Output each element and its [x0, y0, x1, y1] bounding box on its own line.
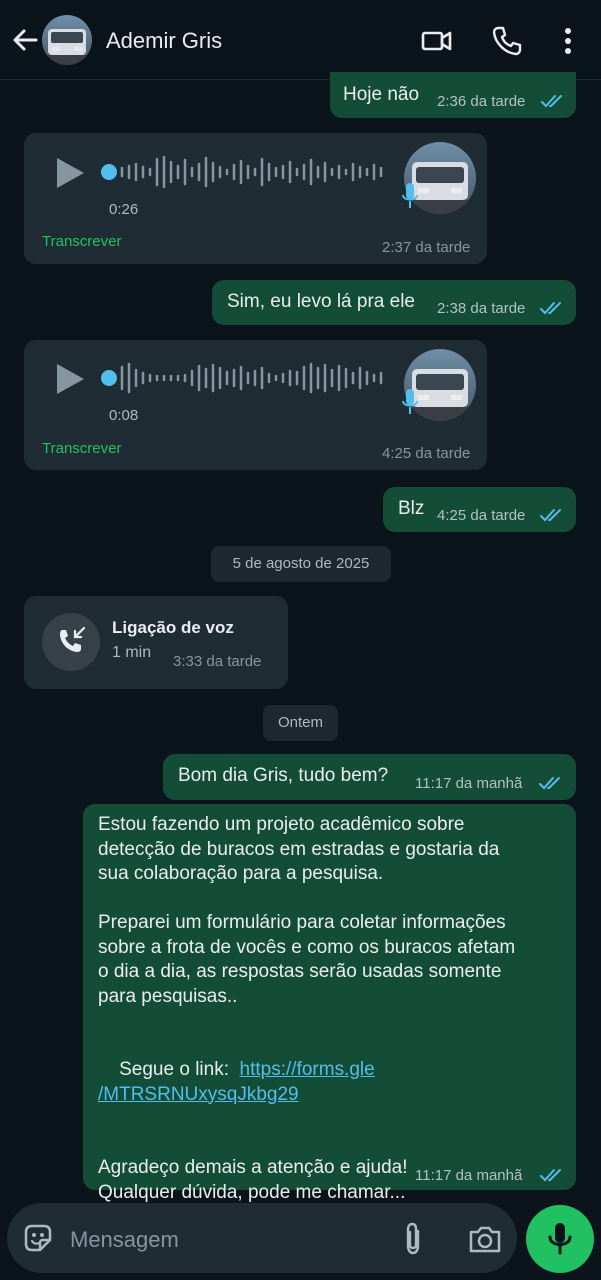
outgoing-message[interactable]: Bom dia Gris, tudo bem? 11:17 da manhã [163, 754, 576, 800]
outgoing-message[interactable]: Blz 4:25 da tarde [383, 487, 576, 532]
incoming-call-icon [60, 626, 86, 652]
read-ticks-icon [540, 302, 561, 315]
voice-duration: 0:08 [109, 407, 139, 424]
playback-position-dot[interactable] [101, 164, 117, 180]
phone-icon[interactable] [490, 24, 524, 58]
message-time: 2:37 da tarde [382, 239, 471, 256]
voice-message[interactable]: 0:08 Transcrever 4:25 da tarde [24, 340, 487, 470]
more-options-icon[interactable] [551, 24, 585, 58]
voice-note-mic-icon [402, 183, 418, 208]
voice-note-mic-icon [402, 389, 418, 414]
message-text: Hoje não [343, 84, 420, 105]
message-paragraph: Preparei um formulário para coletar info… [98, 912, 516, 1007]
call-duration: 1 min [112, 644, 152, 661]
message-text: Blz [398, 498, 425, 519]
read-ticks-icon [541, 95, 562, 108]
read-ticks-icon [540, 509, 561, 522]
video-call-icon[interactable] [420, 24, 454, 58]
audio-waveform[interactable] [120, 154, 388, 190]
message-time: 2:38 da tarde [437, 300, 526, 317]
attach-icon[interactable] [400, 1221, 426, 1257]
message-paragraph: Estou fazendo um projeto acadêmico sobre… [98, 814, 500, 884]
form-link[interactable]: https://forms.gle [240, 1059, 375, 1080]
call-icon-circle [42, 613, 100, 671]
call-title: Ligação de voz [112, 618, 234, 637]
message-text: Bom dia Gris, tudo bem? [178, 765, 389, 786]
voice-record-button[interactable] [526, 1205, 594, 1273]
date-divider: 5 de agosto de 2025 [211, 546, 391, 582]
message-text: Sim, eu levo lá pra ele [227, 291, 415, 312]
playback-position-dot[interactable] [101, 370, 117, 386]
message-time: 11:17 da manhã [415, 1167, 523, 1184]
play-icon[interactable] [54, 362, 86, 396]
message-time: 4:25 da tarde [382, 445, 471, 462]
message-time: 4:25 da tarde [437, 507, 526, 524]
back-arrow-icon[interactable] [10, 24, 40, 56]
message-time: 3:33 da tarde [173, 653, 262, 670]
date-divider: Ontem [263, 705, 338, 741]
camera-icon[interactable] [468, 1224, 502, 1254]
voice-duration: 0:26 [109, 201, 139, 218]
read-ticks-icon [540, 1169, 561, 1182]
play-icon[interactable] [54, 156, 86, 190]
contact-avatar[interactable] [42, 15, 92, 65]
voice-call-message[interactable]: Ligação de voz 1 min 3:33 da tarde [24, 596, 288, 689]
transcribe-button[interactable]: Transcrever [42, 233, 121, 250]
message-time: 2:36 da tarde [437, 93, 526, 110]
audio-waveform[interactable] [120, 360, 388, 396]
message-input-placeholder: Mensagem [70, 1227, 179, 1252]
transcribe-button[interactable]: Transcrever [42, 440, 121, 457]
voice-message[interactable]: 0:26 Transcrever 2:37 da tarde [24, 133, 487, 264]
contact-name[interactable]: Ademir Gris [106, 28, 222, 54]
sticker-icon[interactable] [22, 1222, 54, 1254]
message-time: 11:17 da manhã [415, 775, 523, 792]
form-link[interactable]: /MTRSRNUxysqJkbg29 [98, 1084, 299, 1105]
mic-icon [548, 1223, 572, 1255]
read-ticks-icon [539, 777, 560, 790]
chat-header: Ademir Gris [0, 0, 601, 80]
message-paragraph: Segue o link: https://forms.gle/MTRSRNUx… [98, 1059, 375, 1105]
outgoing-message[interactable]: Sim, eu levo lá pra ele 2:38 da tarde [212, 280, 576, 325]
outgoing-message[interactable]: Hoje não 2:36 da tarde [330, 72, 576, 118]
